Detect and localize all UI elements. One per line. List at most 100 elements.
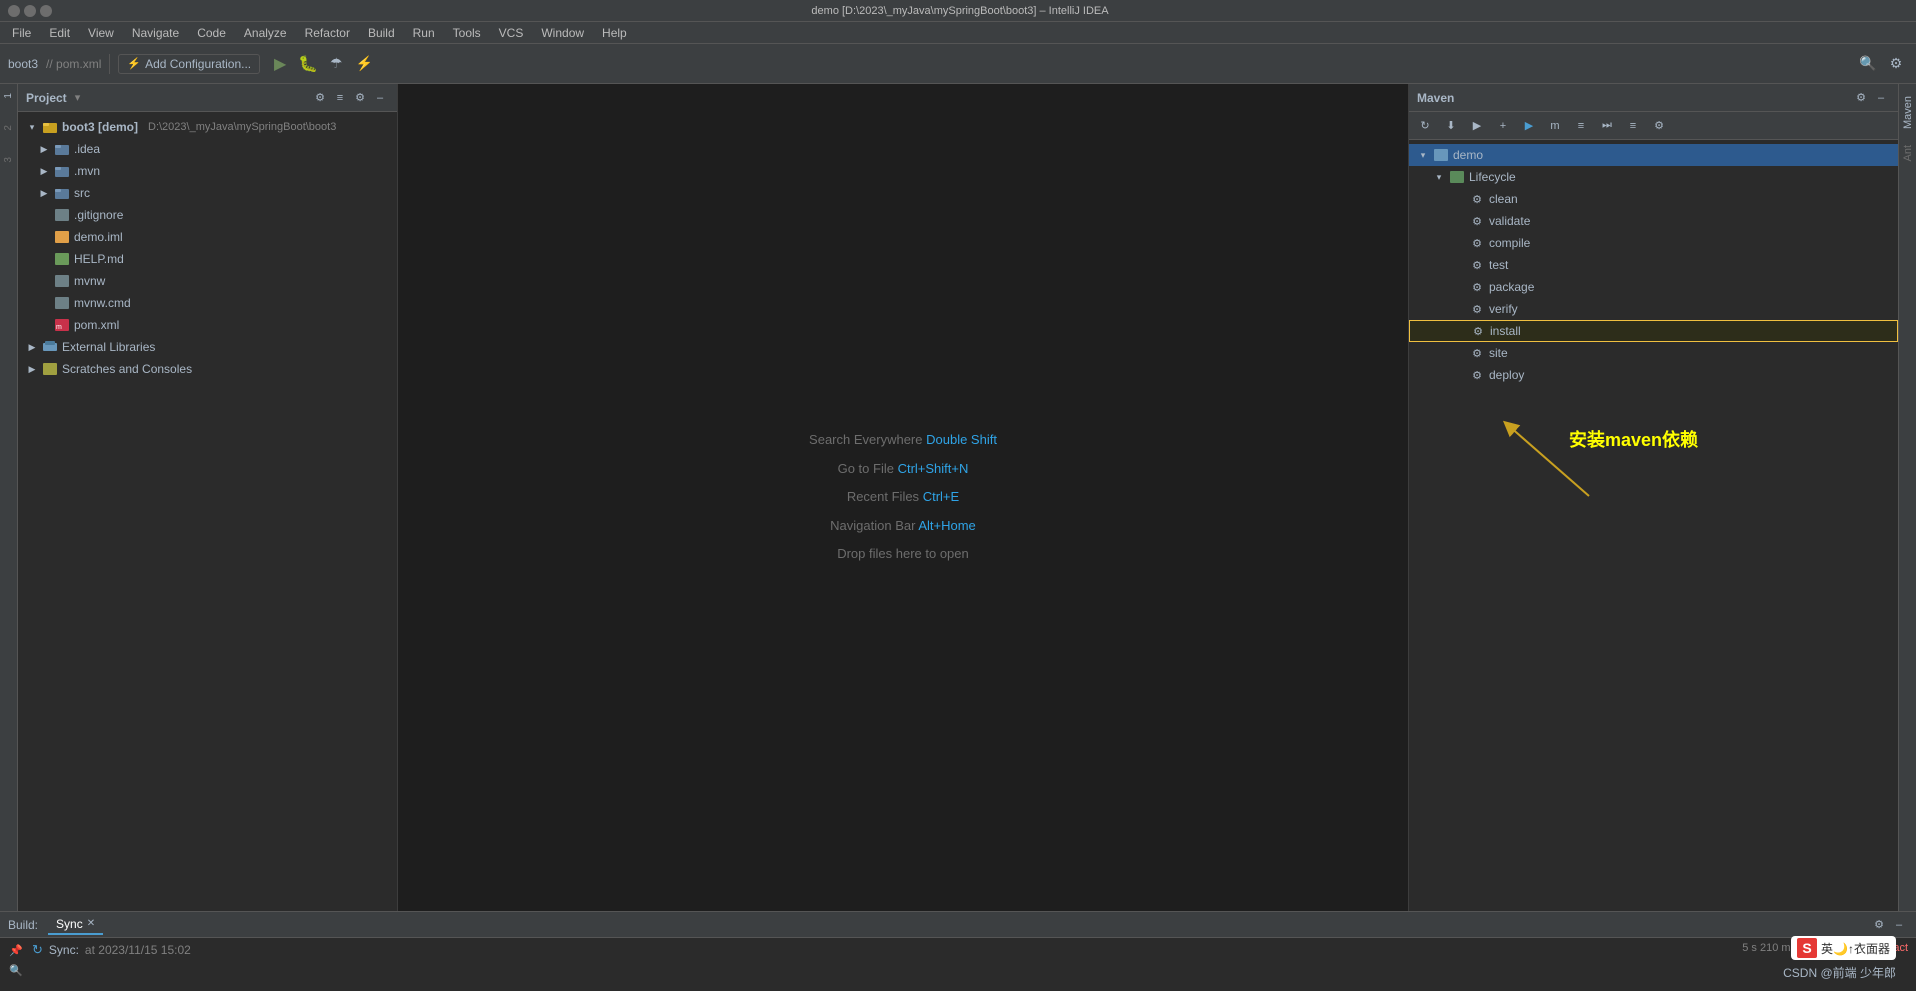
maven-compile[interactable]: ⚙ compile xyxy=(1409,232,1898,254)
extlibs-label: External Libraries xyxy=(62,340,155,354)
maven-settings-btn[interactable]: ⚙ xyxy=(1852,89,1870,107)
pin-btn[interactable]: 📌 xyxy=(8,942,24,958)
maven-demo-label: demo xyxy=(1453,148,1483,162)
structure-sidebar-toggle[interactable]: 3 xyxy=(1,152,17,168)
site-spacer xyxy=(1453,347,1465,359)
hint-goto-file: Go to File Ctrl+Shift+N xyxy=(809,455,997,484)
verify-label: verify xyxy=(1489,302,1518,316)
search-everywhere-btn[interactable]: 🔍 xyxy=(1856,52,1880,76)
ant-sidebar-label[interactable]: Ant xyxy=(1900,137,1916,170)
menu-help[interactable]: Help xyxy=(594,24,635,42)
debug-button[interactable]: 🐛 xyxy=(296,52,320,76)
favorites-sidebar-toggle[interactable]: 2 xyxy=(1,120,17,136)
menu-navigate[interactable]: Navigate xyxy=(124,24,187,42)
profile-button[interactable]: ⚡ xyxy=(352,52,376,76)
tree-iml-item[interactable]: demo.iml xyxy=(18,226,397,248)
idea-folder-icon xyxy=(54,141,70,157)
menu-refactor[interactable]: Refactor xyxy=(297,24,358,42)
menu-analyze[interactable]: Analyze xyxy=(236,24,295,42)
file-tree: ▾ boot3 [demo] D:\2023\_myJava\mySpringB… xyxy=(18,112,397,911)
minimize-panel-btn[interactable]: – xyxy=(371,89,389,107)
verify-spacer xyxy=(1453,303,1465,315)
tree-mvn-item[interactable]: ▶ .mvn xyxy=(18,160,397,182)
content-area: 1 2 3 Project ▾ ⚙ ≡ ⚙ – xyxy=(0,84,1916,911)
maven-site[interactable]: ⚙ site xyxy=(1409,342,1898,364)
mvn-folder-icon xyxy=(54,163,70,179)
maven-deploy[interactable]: ⚙ deploy xyxy=(1409,364,1898,386)
tree-root-item[interactable]: ▾ boot3 [demo] D:\2023\_myJava\mySpringB… xyxy=(18,116,397,138)
tree-gitignore-item[interactable]: .gitignore xyxy=(18,204,397,226)
title-bar-controls xyxy=(8,5,52,17)
tree-mvnwcmd-item[interactable]: mvnw.cmd xyxy=(18,292,397,314)
minimize-button[interactable] xyxy=(8,5,20,17)
maven-demo-root[interactable]: ▾ demo xyxy=(1409,144,1898,166)
project-sidebar-toggle[interactable]: 1 xyxy=(1,88,17,104)
menu-build[interactable]: Build xyxy=(360,24,403,42)
collapse-panel-btn[interactable]: ≡ xyxy=(331,89,349,107)
menu-file[interactable]: File xyxy=(4,24,39,42)
run-config-selector[interactable]: ⚡ Add Configuration... xyxy=(118,54,260,74)
tree-mvnw-item[interactable]: mvnw xyxy=(18,270,397,292)
project-panel-icons: ⚙ ≡ ⚙ – xyxy=(311,89,389,107)
menu-tools[interactable]: Tools xyxy=(445,24,489,42)
filter-btn[interactable]: 🔍 xyxy=(8,962,24,978)
coverage-button[interactable]: ☂ xyxy=(324,52,348,76)
iml-spacer xyxy=(38,231,50,243)
maven-run-btn[interactable]: ▶ xyxy=(1517,114,1541,138)
toolbar-right: 🔍 ⚙ xyxy=(1856,52,1908,76)
maven-download-btn[interactable]: ⬇ xyxy=(1439,114,1463,138)
maven-lifecycle-group[interactable]: ▾ Lifecycle xyxy=(1409,166,1898,188)
maven-add-btn[interactable]: + xyxy=(1491,114,1515,138)
maven-collapse-btn[interactable]: ≡ xyxy=(1621,114,1645,138)
bottom-settings-btn[interactable]: ⚙ xyxy=(1870,916,1888,934)
maximize-button[interactable] xyxy=(24,5,36,17)
tree-pomxml-item[interactable]: m pom.xml xyxy=(18,314,397,336)
maven-sidebar-label[interactable]: Maven xyxy=(1900,88,1916,137)
sync-tab[interactable]: Sync ✕ xyxy=(48,915,103,935)
maven-test[interactable]: ⚙ test xyxy=(1409,254,1898,276)
helpmd-spacer xyxy=(38,253,50,265)
sync-tab-close[interactable]: ✕ xyxy=(87,918,95,929)
close-button[interactable] xyxy=(40,5,52,17)
settings-btn[interactable]: ⚙ xyxy=(1884,52,1908,76)
sync-panel-btn[interactable]: ⚙ xyxy=(311,89,329,107)
helpmd-icon xyxy=(54,251,70,267)
maven-execute-btn[interactable]: ▶ xyxy=(1465,114,1489,138)
maven-package[interactable]: ⚙ package xyxy=(1409,276,1898,298)
menu-view[interactable]: View xyxy=(80,24,122,42)
project-dropdown-arrow[interactable]: ▾ xyxy=(75,91,81,104)
install-spacer xyxy=(1454,325,1466,337)
maven-m-btn[interactable]: m xyxy=(1543,114,1567,138)
maven-verify[interactable]: ⚙ verify xyxy=(1409,298,1898,320)
menu-code[interactable]: Code xyxy=(189,24,234,42)
maven-validate[interactable]: ⚙ validate xyxy=(1409,210,1898,232)
menu-window[interactable]: Window xyxy=(533,24,592,42)
bottom-minimize-btn[interactable]: – xyxy=(1890,916,1908,934)
maven-clean[interactable]: ⚙ clean xyxy=(1409,188,1898,210)
build-label: Build: xyxy=(8,918,38,932)
bottom-panel-icons: ⚙ – xyxy=(1870,916,1908,934)
tree-helpmd-item[interactable]: HELP.md xyxy=(18,248,397,270)
mvnwcmd-spacer xyxy=(38,297,50,309)
tree-scratches-item[interactable]: ▶ Scratches and Consoles xyxy=(18,358,397,380)
maven-refresh-btn[interactable]: ↻ xyxy=(1413,114,1437,138)
tree-extlibs-item[interactable]: ▶ External Libraries xyxy=(18,336,397,358)
maven-install[interactable]: ⚙ install xyxy=(1409,320,1898,342)
pomxml-label: pom.xml xyxy=(74,318,119,332)
tree-src-item[interactable]: ▶ src xyxy=(18,182,397,204)
mvnw-icon xyxy=(54,273,70,289)
build-time-status: 5 s 210 ms xyxy=(1742,942,1796,954)
tree-idea-item[interactable]: ▶ .idea xyxy=(18,138,397,160)
maven-settings2-btn[interactable]: ⚙ xyxy=(1647,114,1671,138)
maven-minimize-btn[interactable]: – xyxy=(1872,89,1890,107)
menu-run[interactable]: Run xyxy=(405,24,443,42)
menu-edit[interactable]: Edit xyxy=(41,24,78,42)
maven-skip-btn[interactable]: ⏭ xyxy=(1595,114,1619,138)
menu-vcs[interactable]: VCS xyxy=(491,24,532,42)
run-button[interactable]: ▶ xyxy=(268,52,292,76)
lifecycle-icon xyxy=(1449,169,1465,185)
maven-toggle-btn[interactable]: ≡ xyxy=(1569,114,1593,138)
gear-panel-btn[interactable]: ⚙ xyxy=(351,89,369,107)
editor-hints: Search Everywhere Double Shift Go to Fil… xyxy=(809,426,997,569)
test-label: test xyxy=(1489,258,1508,272)
